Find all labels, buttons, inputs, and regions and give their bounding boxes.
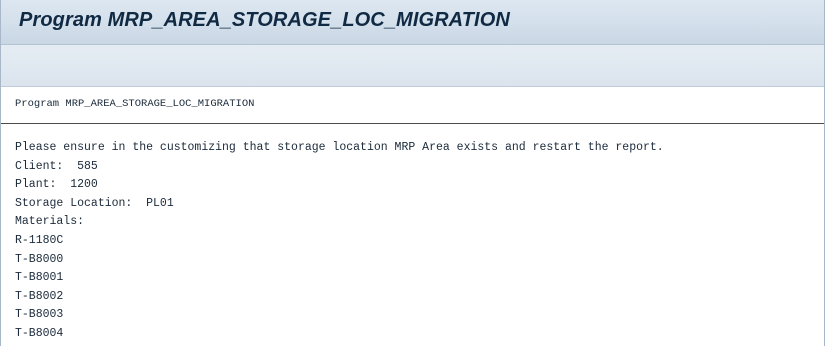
material-item: T-B8003	[15, 308, 64, 322]
list-header-title: Program MRP_AREA_STORAGE_LOC_MIGRATION	[15, 98, 255, 110]
materials-label: Materials:	[15, 215, 85, 229]
header-divider	[1, 123, 824, 124]
material-item: R-1180C	[15, 233, 64, 247]
sap-window: Program MRP_AREA_STORAGE_LOC_MIGRATION P…	[0, 0, 825, 346]
storage-location-line: Storage Location: PL01	[15, 196, 174, 210]
material-item: T-B8004	[15, 326, 64, 340]
material-item: T-B8001	[15, 271, 64, 285]
material-item: T-B8002	[15, 289, 64, 303]
material-item: T-B8000	[15, 252, 64, 266]
program-title: Program MRP_AREA_STORAGE_LOC_MIGRATION	[19, 9, 510, 31]
title-bar: Program MRP_AREA_STORAGE_LOC_MIGRATION	[1, 0, 824, 45]
list-body: Please ensure in the customizing that st…	[15, 139, 664, 344]
client-line: Client: 585	[15, 159, 98, 173]
error-message-line: Please ensure in the customizing that st…	[15, 141, 664, 154]
report-list-output: Program MRP_AREA_STORAGE_LOC_MIGRATION P…	[1, 87, 824, 346]
plant-line: Plant: 1200	[15, 178, 98, 192]
application-toolbar	[1, 45, 824, 87]
